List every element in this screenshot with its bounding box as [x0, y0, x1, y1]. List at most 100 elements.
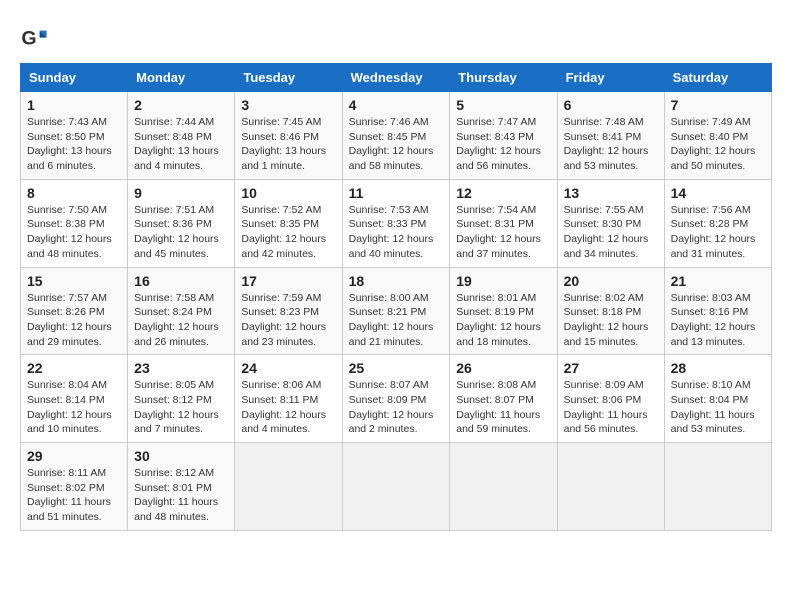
- day-number: 21: [671, 273, 765, 289]
- day-info: Sunrise: 7:48 AM Sunset: 8:41 PM Dayligh…: [564, 115, 658, 174]
- day-info: Sunrise: 7:43 AM Sunset: 8:50 PM Dayligh…: [27, 115, 121, 174]
- calendar-cell: 28 Sunrise: 8:10 AM Sunset: 8:04 PM Dayl…: [664, 355, 771, 443]
- day-number: 10: [241, 185, 335, 201]
- day-info: Sunrise: 8:12 AM Sunset: 8:01 PM Dayligh…: [134, 466, 228, 525]
- weekday-header-tuesday: Tuesday: [235, 64, 342, 92]
- day-number: 12: [456, 185, 550, 201]
- day-number: 13: [564, 185, 658, 201]
- day-number: 9: [134, 185, 228, 201]
- calendar-cell: 16 Sunrise: 7:58 AM Sunset: 8:24 PM Dayl…: [128, 267, 235, 355]
- day-number: 26: [456, 360, 550, 376]
- day-number: 25: [349, 360, 444, 376]
- day-info: Sunrise: 8:06 AM Sunset: 8:11 PM Dayligh…: [241, 378, 335, 437]
- calendar-cell: 13 Sunrise: 7:55 AM Sunset: 8:30 PM Dayl…: [557, 179, 664, 267]
- weekday-header-thursday: Thursday: [450, 64, 557, 92]
- day-number: 1: [27, 97, 121, 113]
- svg-text:G: G: [21, 28, 36, 50]
- day-info: Sunrise: 8:09 AM Sunset: 8:06 PM Dayligh…: [564, 378, 658, 437]
- calendar-cell: 22 Sunrise: 8:04 AM Sunset: 8:14 PM Dayl…: [21, 355, 128, 443]
- calendar-cell: 11 Sunrise: 7:53 AM Sunset: 8:33 PM Dayl…: [342, 179, 450, 267]
- day-number: 3: [241, 97, 335, 113]
- calendar-cell: 29 Sunrise: 8:11 AM Sunset: 8:02 PM Dayl…: [21, 443, 128, 531]
- day-info: Sunrise: 7:55 AM Sunset: 8:30 PM Dayligh…: [564, 203, 658, 262]
- calendar-cell: 2 Sunrise: 7:44 AM Sunset: 8:48 PM Dayli…: [128, 92, 235, 180]
- day-number: 19: [456, 273, 550, 289]
- day-info: Sunrise: 8:10 AM Sunset: 8:04 PM Dayligh…: [671, 378, 765, 437]
- calendar-cell: 20 Sunrise: 8:02 AM Sunset: 8:18 PM Dayl…: [557, 267, 664, 355]
- day-number: 23: [134, 360, 228, 376]
- logo-icon: G: [20, 25, 48, 53]
- day-number: 4: [349, 97, 444, 113]
- day-info: Sunrise: 7:50 AM Sunset: 8:38 PM Dayligh…: [27, 203, 121, 262]
- day-info: Sunrise: 7:57 AM Sunset: 8:26 PM Dayligh…: [27, 291, 121, 350]
- calendar-cell: 24 Sunrise: 8:06 AM Sunset: 8:11 PM Dayl…: [235, 355, 342, 443]
- weekday-header-friday: Friday: [557, 64, 664, 92]
- calendar-cell: 8 Sunrise: 7:50 AM Sunset: 8:38 PM Dayli…: [21, 179, 128, 267]
- day-number: 22: [27, 360, 121, 376]
- calendar-cell: 3 Sunrise: 7:45 AM Sunset: 8:46 PM Dayli…: [235, 92, 342, 180]
- day-info: Sunrise: 7:59 AM Sunset: 8:23 PM Dayligh…: [241, 291, 335, 350]
- day-number: 29: [27, 448, 121, 464]
- day-info: Sunrise: 8:11 AM Sunset: 8:02 PM Dayligh…: [27, 466, 121, 525]
- day-number: 17: [241, 273, 335, 289]
- day-number: 18: [349, 273, 444, 289]
- day-number: 14: [671, 185, 765, 201]
- weekday-header-monday: Monday: [128, 64, 235, 92]
- calendar-cell: [342, 443, 450, 531]
- day-info: Sunrise: 8:05 AM Sunset: 8:12 PM Dayligh…: [134, 378, 228, 437]
- calendar-cell: 14 Sunrise: 7:56 AM Sunset: 8:28 PM Dayl…: [664, 179, 771, 267]
- day-info: Sunrise: 7:49 AM Sunset: 8:40 PM Dayligh…: [671, 115, 765, 174]
- calendar-cell: 19 Sunrise: 8:01 AM Sunset: 8:19 PM Dayl…: [450, 267, 557, 355]
- day-number: 30: [134, 448, 228, 464]
- calendar-cell: 7 Sunrise: 7:49 AM Sunset: 8:40 PM Dayli…: [664, 92, 771, 180]
- day-info: Sunrise: 7:58 AM Sunset: 8:24 PM Dayligh…: [134, 291, 228, 350]
- calendar-cell: 9 Sunrise: 7:51 AM Sunset: 8:36 PM Dayli…: [128, 179, 235, 267]
- day-info: Sunrise: 8:08 AM Sunset: 8:07 PM Dayligh…: [456, 378, 550, 437]
- calendar-cell: 30 Sunrise: 8:12 AM Sunset: 8:01 PM Dayl…: [128, 443, 235, 531]
- day-info: Sunrise: 7:53 AM Sunset: 8:33 PM Dayligh…: [349, 203, 444, 262]
- calendar-cell: 10 Sunrise: 7:52 AM Sunset: 8:35 PM Dayl…: [235, 179, 342, 267]
- weekday-header-saturday: Saturday: [664, 64, 771, 92]
- calendar-cell: 4 Sunrise: 7:46 AM Sunset: 8:45 PM Dayli…: [342, 92, 450, 180]
- day-number: 20: [564, 273, 658, 289]
- logo: G: [20, 25, 52, 53]
- calendar-cell: 15 Sunrise: 7:57 AM Sunset: 8:26 PM Dayl…: [21, 267, 128, 355]
- day-number: 7: [671, 97, 765, 113]
- day-info: Sunrise: 8:01 AM Sunset: 8:19 PM Dayligh…: [456, 291, 550, 350]
- calendar-table: SundayMondayTuesdayWednesdayThursdayFrid…: [20, 63, 772, 531]
- calendar-cell: 17 Sunrise: 7:59 AM Sunset: 8:23 PM Dayl…: [235, 267, 342, 355]
- day-number: 28: [671, 360, 765, 376]
- day-info: Sunrise: 8:04 AM Sunset: 8:14 PM Dayligh…: [27, 378, 121, 437]
- weekday-header-sunday: Sunday: [21, 64, 128, 92]
- calendar-cell: 25 Sunrise: 8:07 AM Sunset: 8:09 PM Dayl…: [342, 355, 450, 443]
- day-number: 27: [564, 360, 658, 376]
- day-info: Sunrise: 7:51 AM Sunset: 8:36 PM Dayligh…: [134, 203, 228, 262]
- day-number: 11: [349, 185, 444, 201]
- day-info: Sunrise: 7:45 AM Sunset: 8:46 PM Dayligh…: [241, 115, 335, 174]
- day-number: 2: [134, 97, 228, 113]
- day-info: Sunrise: 7:52 AM Sunset: 8:35 PM Dayligh…: [241, 203, 335, 262]
- day-info: Sunrise: 7:47 AM Sunset: 8:43 PM Dayligh…: [456, 115, 550, 174]
- day-info: Sunrise: 8:03 AM Sunset: 8:16 PM Dayligh…: [671, 291, 765, 350]
- calendar-cell: 6 Sunrise: 7:48 AM Sunset: 8:41 PM Dayli…: [557, 92, 664, 180]
- day-info: Sunrise: 7:56 AM Sunset: 8:28 PM Dayligh…: [671, 203, 765, 262]
- day-info: Sunrise: 7:46 AM Sunset: 8:45 PM Dayligh…: [349, 115, 444, 174]
- day-info: Sunrise: 8:02 AM Sunset: 8:18 PM Dayligh…: [564, 291, 658, 350]
- day-number: 24: [241, 360, 335, 376]
- calendar-cell: 21 Sunrise: 8:03 AM Sunset: 8:16 PM Dayl…: [664, 267, 771, 355]
- day-info: Sunrise: 7:54 AM Sunset: 8:31 PM Dayligh…: [456, 203, 550, 262]
- day-number: 6: [564, 97, 658, 113]
- weekday-header-wednesday: Wednesday: [342, 64, 450, 92]
- calendar-cell: 5 Sunrise: 7:47 AM Sunset: 8:43 PM Dayli…: [450, 92, 557, 180]
- day-number: 5: [456, 97, 550, 113]
- calendar-cell: [557, 443, 664, 531]
- page-header: G: [20, 20, 772, 53]
- calendar-cell: [664, 443, 771, 531]
- calendar-cell: [450, 443, 557, 531]
- day-info: Sunrise: 8:07 AM Sunset: 8:09 PM Dayligh…: [349, 378, 444, 437]
- calendar-cell: 23 Sunrise: 8:05 AM Sunset: 8:12 PM Dayl…: [128, 355, 235, 443]
- day-number: 8: [27, 185, 121, 201]
- calendar-cell: [235, 443, 342, 531]
- day-info: Sunrise: 7:44 AM Sunset: 8:48 PM Dayligh…: [134, 115, 228, 174]
- day-number: 15: [27, 273, 121, 289]
